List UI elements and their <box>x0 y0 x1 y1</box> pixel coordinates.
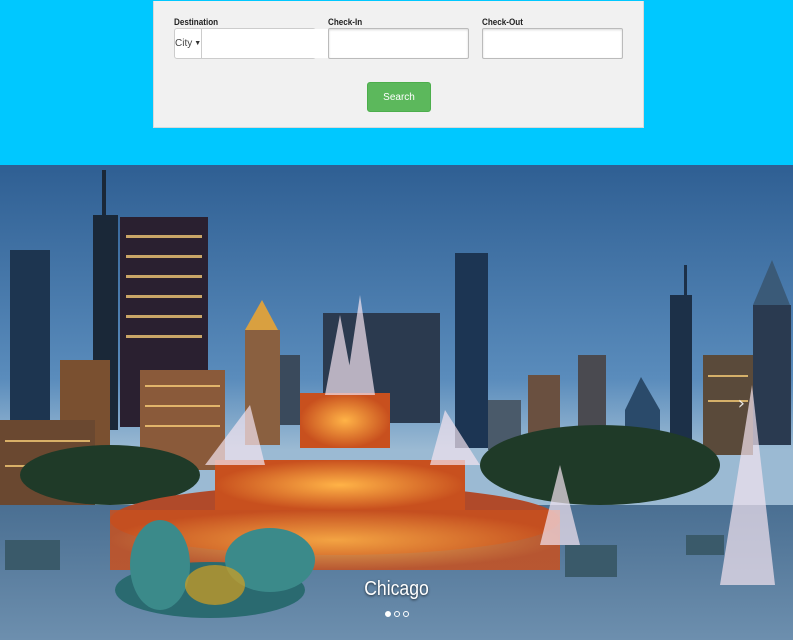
carousel-indicator-2[interactable] <box>393 611 400 617</box>
search-button[interactable]: Search <box>367 82 431 112</box>
search-panel: Destination Check-In Check-Out City ▼ Se… <box>153 1 644 128</box>
carousel-indicators <box>0 611 793 617</box>
image-carousel[interactable]: › Chicago <box>0 165 793 640</box>
checkin-label: Check-In <box>328 17 363 27</box>
checkout-input[interactable] <box>482 28 623 59</box>
carousel-indicator-1[interactable] <box>384 611 391 617</box>
slide-caption: Chicago <box>364 578 429 600</box>
checkout-label: Check-Out <box>482 17 523 27</box>
checkin-input[interactable] <box>328 28 469 59</box>
destination-label: Destination <box>174 17 219 27</box>
destination-type-value: City <box>175 38 193 49</box>
carousel-indicator-3[interactable] <box>402 611 409 617</box>
destination-type-dropdown[interactable]: City ▼ <box>175 29 203 58</box>
chicago-skyline-image <box>0 165 793 640</box>
destination-group: City ▼ <box>174 28 380 59</box>
caret-down-icon: ▼ <box>194 40 202 47</box>
chevron-right-icon[interactable]: › <box>738 393 745 414</box>
